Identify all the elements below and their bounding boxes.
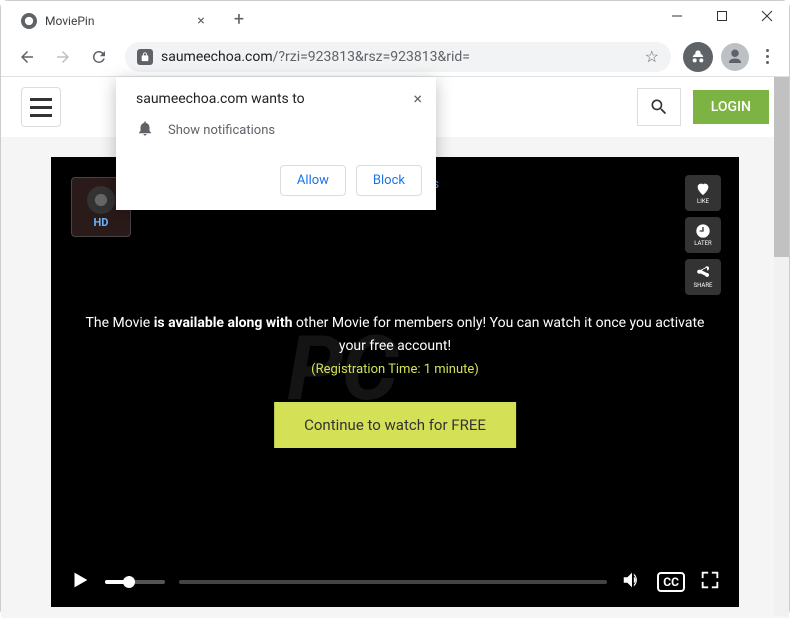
- nav-forward-button[interactable]: [47, 41, 79, 73]
- notification-permission-popup: saumeechoa.com wants to × Show notificat…: [116, 77, 436, 210]
- window-maximize-button[interactable]: [699, 1, 744, 31]
- hamburger-menu-button[interactable]: [21, 87, 61, 127]
- tab-close-icon[interactable]: ×: [193, 13, 209, 29]
- player-controls: CC: [51, 557, 739, 607]
- notification-message: Show notifications: [168, 123, 275, 138]
- new-tab-button[interactable]: +: [225, 5, 253, 33]
- bell-icon: [136, 119, 154, 141]
- login-button[interactable]: LOGIN: [693, 90, 769, 124]
- hd-label: HD: [94, 216, 109, 229]
- volume-icon[interactable]: [621, 569, 643, 595]
- progress-bar[interactable]: [179, 580, 607, 584]
- incognito-icon[interactable]: [683, 42, 713, 72]
- window-titlebar: MoviePin × +: [1, 1, 789, 37]
- address-bar[interactable]: saumeechoa.com/?rzi=923813&rsz=923813&ri…: [125, 42, 671, 72]
- window-minimize-button[interactable]: [654, 1, 699, 31]
- share-button[interactable]: SHARE: [685, 259, 721, 295]
- continue-watch-button[interactable]: Continue to watch for FREE: [274, 402, 516, 448]
- cc-button[interactable]: CC: [657, 572, 685, 592]
- tab-favicon-icon: [21, 13, 37, 29]
- scrollbar-thumb[interactable]: [774, 77, 789, 257]
- block-button[interactable]: Block: [356, 165, 422, 196]
- video-player: PC risk.com HD ds LIKE LATER SHARE The M…: [51, 157, 739, 607]
- url-text: saumeechoa.com/?rzi=923813&rsz=923813&ri…: [161, 49, 645, 65]
- browser-menu-button[interactable]: [753, 49, 781, 64]
- search-button[interactable]: [637, 88, 681, 126]
- volume-slider[interactable]: [105, 580, 165, 584]
- allow-button[interactable]: Allow: [280, 165, 346, 196]
- notification-title: saumeechoa.com wants to: [136, 91, 305, 107]
- nav-reload-button[interactable]: [83, 41, 115, 73]
- bookmark-star-icon[interactable]: ☆: [645, 47, 659, 66]
- later-button[interactable]: LATER: [685, 217, 721, 253]
- profile-avatar[interactable]: [721, 43, 749, 71]
- play-button[interactable]: [69, 569, 91, 595]
- window-close-button[interactable]: [744, 1, 789, 31]
- lock-icon: [137, 49, 153, 65]
- tab-title: MoviePin: [45, 14, 193, 28]
- fullscreen-button[interactable]: [699, 569, 721, 595]
- nav-back-button[interactable]: [11, 41, 43, 73]
- like-button[interactable]: LIKE: [685, 175, 721, 211]
- notification-close-icon[interactable]: ×: [413, 91, 422, 107]
- film-reel-icon: [87, 186, 115, 214]
- browser-tab[interactable]: MoviePin ×: [9, 5, 219, 37]
- browser-toolbar: saumeechoa.com/?rzi=923813&rsz=923813&ri…: [1, 37, 789, 77]
- promo-message: The Movie is available along with other …: [51, 312, 739, 381]
- scrollbar[interactable]: [774, 77, 789, 616]
